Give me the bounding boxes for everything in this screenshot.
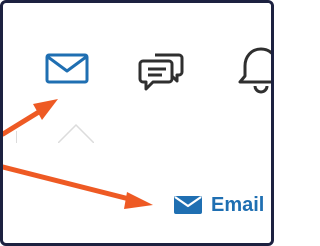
chat-icon[interactable] xyxy=(135,41,189,95)
mail-icon[interactable] xyxy=(40,41,94,95)
screenshot-frame: Email xyxy=(0,0,274,246)
envelope-icon xyxy=(173,194,203,216)
bell-icon[interactable] xyxy=(234,41,271,95)
selected-tab-indicator xyxy=(58,123,94,143)
email-link-label: Email xyxy=(211,193,265,216)
email-link[interactable]: Email xyxy=(173,189,264,221)
toolbar xyxy=(16,3,271,131)
